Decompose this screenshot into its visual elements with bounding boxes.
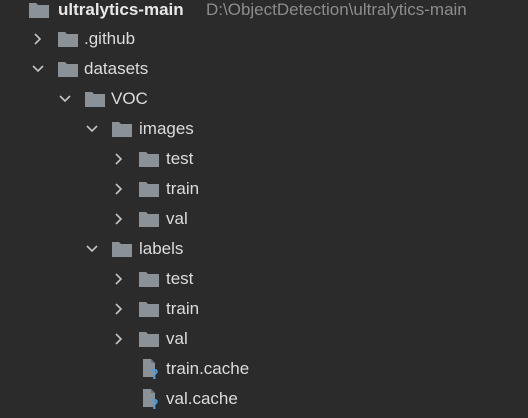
tree-root-project[interactable]: ultralytics-main D:\ObjectDetection\ultr… <box>0 0 528 25</box>
folder-icon <box>57 30 79 48</box>
chevron-right-icon[interactable] <box>111 271 127 287</box>
tree-node-label: datasets <box>84 59 149 78</box>
tree-node-voc[interactable]: VOC <box>0 84 528 114</box>
tree-node-images-train[interactable]: train <box>0 174 528 204</box>
chevron-right-icon[interactable] <box>111 211 127 227</box>
tree-node-label: test <box>166 269 194 288</box>
chevron-down-icon[interactable] <box>84 241 100 257</box>
tree-node-label: val <box>166 329 188 348</box>
tree-node-label: train.cache <box>166 359 250 378</box>
folder-icon <box>28 1 50 19</box>
chevron-down-icon[interactable] <box>84 121 100 137</box>
chevron-right-icon[interactable] <box>30 31 46 47</box>
tree-node-label: labels <box>139 239 184 258</box>
project-path: D:\ObjectDetection\ultralytics-main <box>206 0 467 19</box>
folder-icon <box>138 270 160 288</box>
chevron-right-icon[interactable] <box>111 181 127 197</box>
svg-text:?: ? <box>151 398 159 410</box>
folder-icon <box>138 180 160 198</box>
chevron-down-icon[interactable] <box>57 91 73 107</box>
tree-node-val-cache[interactable]: ? val.cache <box>0 384 528 414</box>
tree-node-label: VOC <box>111 89 148 108</box>
project-name: ultralytics-main <box>58 0 184 19</box>
chevron-right-icon[interactable] <box>111 151 127 167</box>
folder-icon <box>138 210 160 228</box>
tree-node-datasets[interactable]: datasets <box>0 54 528 84</box>
tree-node-github[interactable]: .github <box>0 24 528 54</box>
tree-node-label: test <box>166 149 194 168</box>
folder-icon <box>138 300 160 318</box>
tree-node-label: train <box>166 179 200 198</box>
folder-icon <box>138 330 160 348</box>
folder-icon <box>111 120 133 138</box>
project-tree: ultralytics-main D:\ObjectDetection\ultr… <box>0 0 528 418</box>
tree-node-labels-train[interactable]: train <box>0 294 528 324</box>
chevron-right-icon[interactable] <box>111 331 127 347</box>
unknown-file-icon: ? <box>140 388 162 410</box>
tree-node-labels[interactable]: labels <box>0 234 528 264</box>
chevron-down-icon[interactable] <box>30 61 46 77</box>
tree-node-train-cache[interactable]: ? train.cache <box>0 354 528 384</box>
tree-node-images-val[interactable]: val <box>0 204 528 234</box>
tree-node-label: .github <box>84 29 136 48</box>
tree-node-label: val.cache <box>166 389 238 408</box>
tree-node-label: images <box>139 119 194 138</box>
folder-icon <box>111 240 133 258</box>
tree-node-images[interactable]: images <box>0 114 528 144</box>
folder-icon <box>57 60 79 78</box>
svg-text:?: ? <box>151 368 159 380</box>
unknown-file-icon: ? <box>140 358 162 380</box>
tree-node-images-test[interactable]: test <box>0 144 528 174</box>
tree-node-labels-test[interactable]: test <box>0 264 528 294</box>
tree-node-labels-val[interactable]: val <box>0 324 528 354</box>
folder-icon <box>84 90 106 108</box>
chevron-right-icon[interactable] <box>111 301 127 317</box>
tree-node-label: train <box>166 299 200 318</box>
folder-icon <box>138 150 160 168</box>
tree-node-label: val <box>166 209 188 228</box>
